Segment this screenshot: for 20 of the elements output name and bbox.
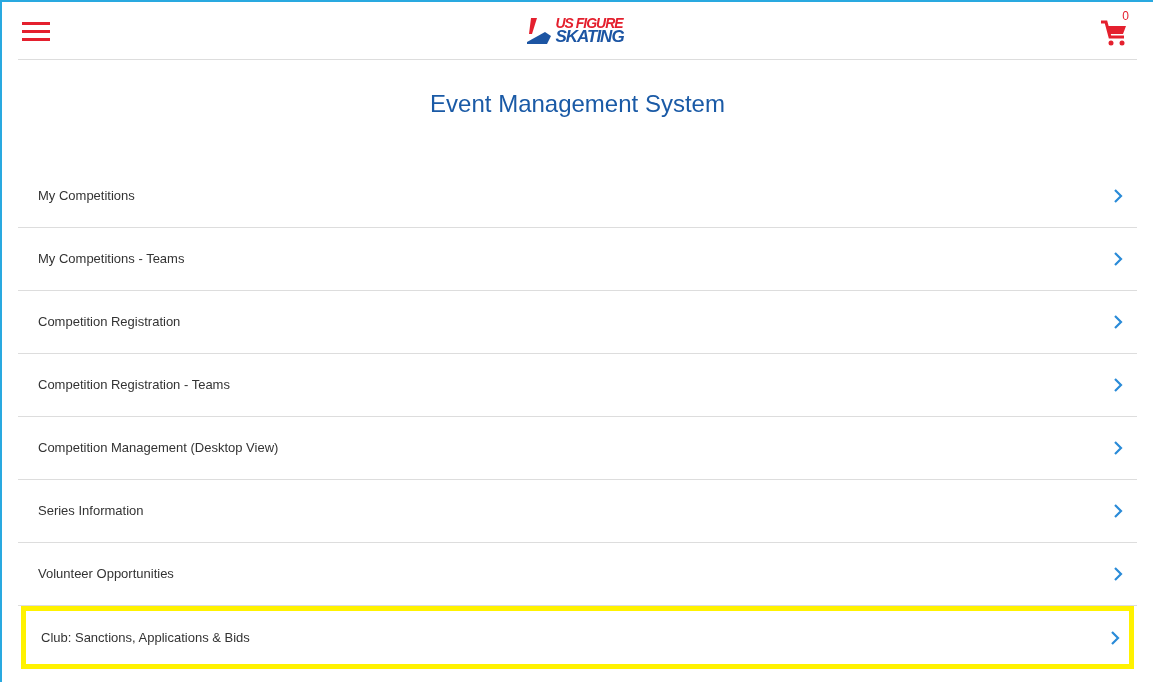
chevron-right-icon [1113, 504, 1123, 518]
chevron-right-icon [1113, 252, 1123, 266]
menu-icon[interactable] [22, 19, 50, 42]
menu-item[interactable]: Series Information [18, 480, 1137, 543]
chevron-right-icon [1113, 189, 1123, 203]
menu-item[interactable]: My Competitions - Teams [18, 228, 1137, 291]
menu-item[interactable]: Club: Sanctions, Applications & Bids [21, 606, 1134, 669]
menu-item[interactable]: Competition Management (Desktop View) [18, 417, 1137, 480]
logo[interactable]: US FIGURE SKATING [525, 15, 624, 46]
page-title: Event Management System [429, 89, 726, 119]
chevron-right-icon [1113, 315, 1123, 329]
menu-item[interactable]: My Competitions [18, 165, 1137, 228]
chevron-right-icon [1113, 378, 1123, 392]
menu-item[interactable]: Competition Registration - Teams [18, 354, 1137, 417]
menu-item[interactable]: Competition Registration [18, 291, 1137, 354]
cart-count: 0 [1122, 9, 1129, 22]
menu-item[interactable]: Volunteer Opportunities [18, 543, 1137, 606]
chevron-right-icon [1113, 567, 1123, 581]
chevron-right-icon [1113, 441, 1123, 455]
chevron-right-icon [1110, 630, 1120, 645]
